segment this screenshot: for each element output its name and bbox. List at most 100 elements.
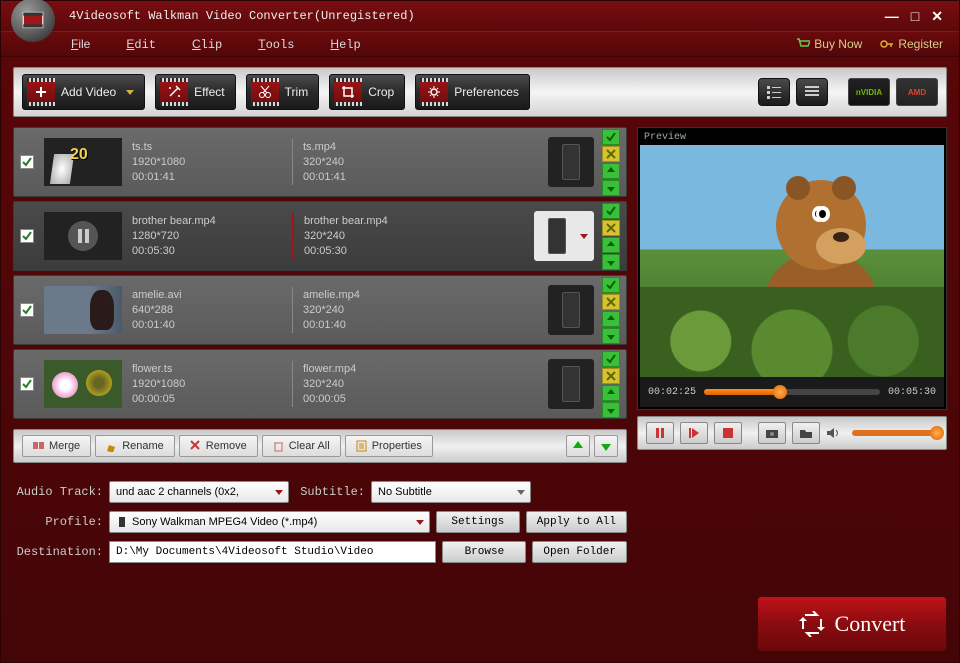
menu-edit[interactable]: Edit <box>126 37 156 52</box>
merge-button[interactable]: Merge <box>22 435 91 457</box>
add-video-icon <box>27 78 55 106</box>
snapshot-folder-button[interactable] <box>792 422 820 444</box>
main-toolbar: Add Video Effect Trim Crop Preferences <box>13 67 947 117</box>
down-item-button[interactable] <box>602 328 620 344</box>
effect-button[interactable]: Effect <box>155 74 235 110</box>
file-meta: ts.ts1920*108000:01:41 <box>132 140 292 185</box>
checkbox[interactable] <box>20 303 34 317</box>
down-item-button[interactable] <box>602 402 620 418</box>
menubar: File Edit Clip Tools Help Buy Now Regist… <box>1 31 959 57</box>
volume-slider[interactable] <box>852 430 938 436</box>
checkbox[interactable] <box>20 377 34 391</box>
maximize-button[interactable]: □ <box>911 8 919 25</box>
menu-file[interactable]: File <box>71 37 90 52</box>
pause-button[interactable] <box>646 422 674 444</box>
device-icon[interactable] <box>548 137 594 187</box>
up-item-button[interactable] <box>602 311 620 327</box>
audiotrack-dropdown[interactable]: und aac 2 channels (0x2, <box>109 481 289 503</box>
remove-item-button[interactable] <box>602 146 620 162</box>
current-time: 00:02:25 <box>648 387 696 398</box>
output-meta: amelie.mp4320*24000:01:40 <box>303 288 443 333</box>
file-row[interactable]: amelie.avi640*28800:01:40 amelie.mp4320*… <box>13 275 627 345</box>
menu-clip[interactable]: Clip <box>192 37 222 52</box>
file-row[interactable]: flower.ts1920*108000:00:05 flower.mp4320… <box>13 349 627 419</box>
minimize-button[interactable]: — <box>885 8 899 25</box>
menu-tools[interactable]: Tools <box>258 37 294 52</box>
device-icon[interactable] <box>548 285 594 335</box>
move-up-button[interactable] <box>566 435 590 457</box>
list-toolbar: Merge Rename Remove Clear All Properties <box>13 429 627 463</box>
file-list: 20 ts.ts1920*108000:01:41 ts.mp4320*2400… <box>13 127 627 423</box>
browse-button[interactable]: Browse <box>442 541 526 563</box>
snapshot-button[interactable] <box>758 422 786 444</box>
window-title: 4Videosoft Walkman Video Converter(Unreg… <box>69 9 415 23</box>
remove-button[interactable]: Remove <box>179 435 258 457</box>
remove-item-button[interactable] <box>602 294 620 310</box>
view-list-button[interactable] <box>758 78 790 106</box>
accept-button[interactable] <box>602 351 620 367</box>
open-folder-button[interactable]: Open Folder <box>532 541 627 563</box>
checkbox[interactable] <box>20 155 34 169</box>
subtitle-dropdown[interactable]: No Subtitle <box>371 481 531 503</box>
accept-button[interactable] <box>602 203 620 219</box>
thumbnail <box>44 286 122 334</box>
seek-slider[interactable] <box>704 389 880 395</box>
down-item-button[interactable] <box>602 254 620 270</box>
file-row[interactable]: brother bear.mp41280*72000:05:30 brother… <box>13 201 627 271</box>
window-controls: — □ ✕ <box>885 8 953 25</box>
rename-button[interactable]: Rename <box>95 435 175 457</box>
file-meta: amelie.avi640*28800:01:40 <box>132 288 292 333</box>
properties-button[interactable]: Properties <box>345 435 433 457</box>
thumbnail <box>44 360 122 408</box>
profile-dropdown[interactable]: Sony Walkman MPEG4 Video (*.mp4) <box>109 511 430 533</box>
preview-panel: Preview 00:02:25 00:05:30 <box>637 127 947 410</box>
checkbox[interactable] <box>20 229 34 243</box>
view-detail-button[interactable] <box>796 78 828 106</box>
convert-icon <box>799 611 825 637</box>
total-time: 00:05:30 <box>888 387 936 398</box>
merge-icon <box>33 440 45 452</box>
up-item-button[interactable] <box>602 163 620 179</box>
device-dropdown[interactable] <box>534 211 594 261</box>
remove-item-button[interactable] <box>602 220 620 236</box>
convert-button[interactable]: Convert <box>757 596 947 652</box>
stop-button[interactable] <box>714 422 742 444</box>
clear-all-button[interactable]: Clear All <box>262 435 341 457</box>
add-video-button[interactable]: Add Video <box>22 74 145 110</box>
trash-icon <box>273 440 285 452</box>
settings-panel: Audio Track: und aac 2 channels (0x2, Su… <box>13 481 627 563</box>
crop-icon <box>334 78 362 106</box>
x-icon <box>190 440 202 452</box>
settings-button[interactable]: Settings <box>436 511 520 533</box>
crop-button[interactable]: Crop <box>329 74 405 110</box>
output-meta: ts.mp4320*24000:01:41 <box>303 140 443 185</box>
effect-icon <box>160 78 188 106</box>
accept-button[interactable] <box>602 129 620 145</box>
remove-item-button[interactable] <box>602 368 620 384</box>
menu-help[interactable]: Help <box>330 37 360 52</box>
app-logo-icon <box>11 0 55 42</box>
nvidia-badge: nVIDIA <box>848 78 890 106</box>
output-meta: brother bear.mp4320*24000:05:30 <box>304 214 444 259</box>
file-row[interactable]: 20 ts.ts1920*108000:01:41 ts.mp4320*2400… <box>13 127 627 197</box>
buy-now-link[interactable]: Buy Now <box>796 37 862 51</box>
device-icon[interactable] <box>548 359 594 409</box>
close-button[interactable]: ✕ <box>931 8 943 25</box>
pencil-icon <box>106 440 118 452</box>
up-item-button[interactable] <box>602 385 620 401</box>
move-down-button[interactable] <box>594 435 618 457</box>
folder-icon <box>800 428 812 438</box>
destination-field[interactable]: D:\My Documents\4Videosoft Studio\Video <box>109 541 436 563</box>
down-item-button[interactable] <box>602 180 620 196</box>
titlebar: 4Videosoft Walkman Video Converter(Unreg… <box>1 1 959 31</box>
preferences-button[interactable]: Preferences <box>415 74 530 110</box>
step-button[interactable] <box>680 422 708 444</box>
accept-button[interactable] <box>602 277 620 293</box>
file-meta: flower.ts1920*108000:00:05 <box>132 362 292 407</box>
apply-to-all-button[interactable]: Apply to All <box>526 511 627 533</box>
up-item-button[interactable] <box>602 237 620 253</box>
register-link[interactable]: Register <box>880 37 943 51</box>
trim-button[interactable]: Trim <box>246 74 320 110</box>
app-window: 4Videosoft Walkman Video Converter(Unreg… <box>0 0 960 663</box>
device-icon <box>116 516 128 528</box>
